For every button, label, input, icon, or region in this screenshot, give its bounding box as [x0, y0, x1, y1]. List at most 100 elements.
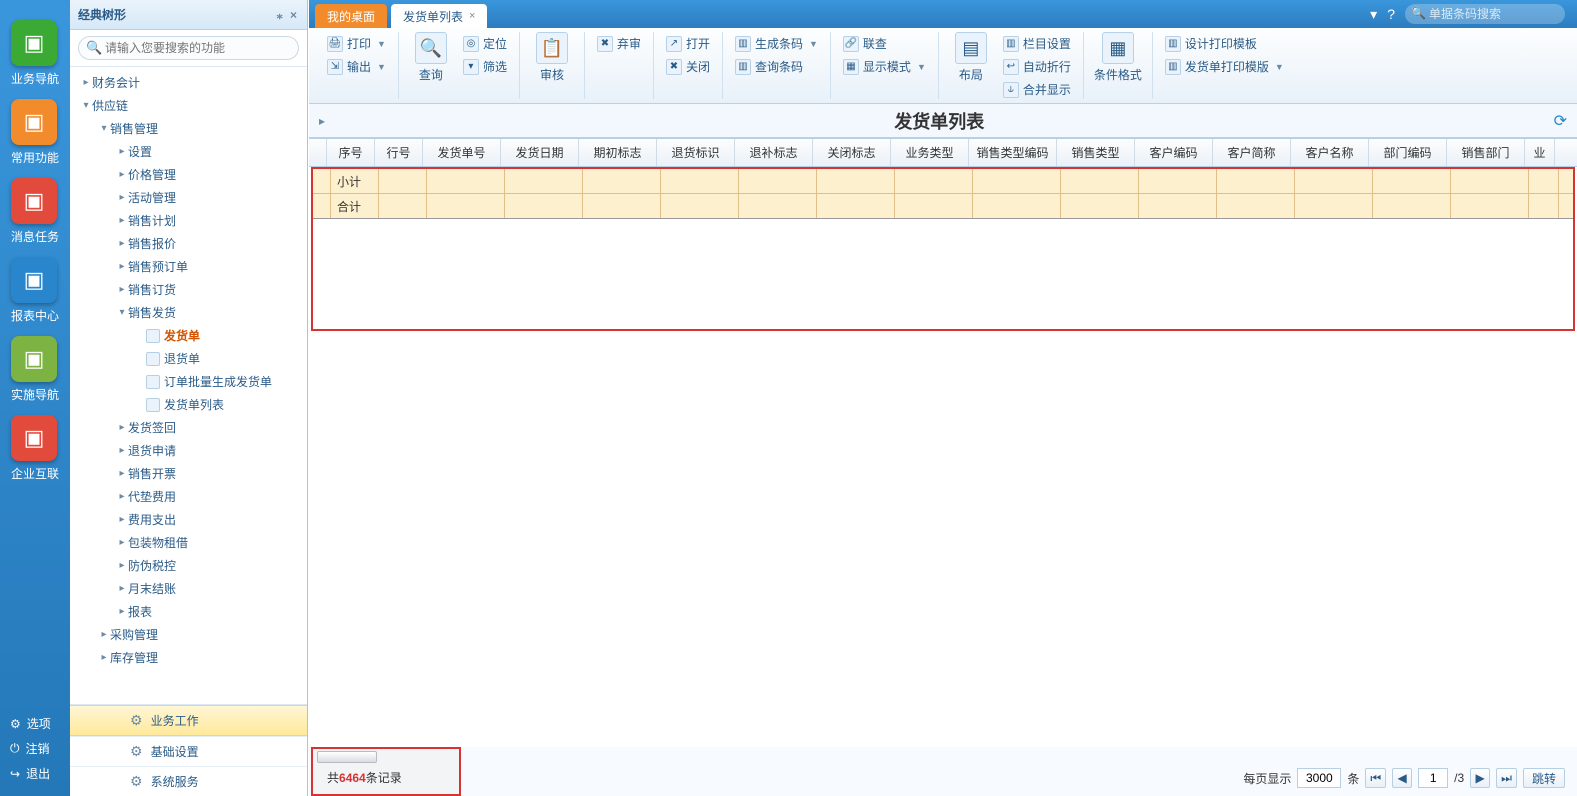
page-input[interactable] — [1418, 768, 1448, 788]
per-page-input[interactable] — [1297, 768, 1341, 788]
tree-item[interactable]: ▸价格管理 — [70, 163, 307, 186]
close-button[interactable]: ✖关闭 — [664, 57, 712, 76]
rail-bottom-item[interactable]: ↪退出 — [8, 761, 62, 786]
expand-icon: ▸ — [116, 491, 128, 502]
column-header[interactable]: 退货标识 — [657, 139, 735, 166]
rail-button[interactable]: ▣ — [11, 20, 57, 66]
column-header[interactable]: 客户简称 — [1213, 139, 1291, 166]
query-button[interactable]: 🔍查询 — [409, 32, 453, 83]
column-header[interactable]: 发货单号 — [423, 139, 501, 166]
tree-item[interactable]: 订单批量生成发货单 — [70, 370, 307, 393]
horizontal-scrollbar[interactable] — [317, 751, 377, 763]
tree-item[interactable]: 退货单 — [70, 347, 307, 370]
tree-item-label: 销售订货 — [128, 281, 176, 298]
tree-item[interactable]: ▾销售发货 — [70, 301, 307, 324]
expand-icon: ▸ — [116, 560, 128, 571]
barcode-search-input[interactable] — [1405, 4, 1565, 24]
gen-barcode-button[interactable]: ▥生成条码▼ — [733, 34, 820, 53]
column-header[interactable]: 序号 — [327, 139, 375, 166]
auto-wrap-button[interactable]: ↩自动折行 — [1001, 57, 1073, 76]
locate-button[interactable]: ◎定位 — [461, 34, 509, 53]
tree-item[interactable]: ▸设置 — [70, 140, 307, 163]
pager-prev-button[interactable]: ◀ — [1392, 768, 1412, 788]
tree-item[interactable]: ▸防伪税控 — [70, 554, 307, 577]
relate-button[interactable]: 🔗联查 — [841, 34, 928, 53]
tree-item[interactable]: ▸发货签回 — [70, 416, 307, 439]
rail-button[interactable]: ▣ — [11, 257, 57, 303]
tree-item[interactable]: ▸月末结账 — [70, 577, 307, 600]
column-header[interactable]: 行号 — [375, 139, 423, 166]
tree-bottom-tab[interactable]: ⚙基础设置 — [70, 736, 307, 766]
column-header[interactable]: 部门编码 — [1369, 139, 1447, 166]
tree-item[interactable]: 发货单列表 — [70, 393, 307, 416]
tree-item[interactable]: ▸财务会计 — [70, 71, 307, 94]
column-header[interactable]: 销售类型 — [1057, 139, 1135, 166]
column-header[interactable]: 关闭标志 — [813, 139, 891, 166]
filter-button[interactable]: ▾筛选 — [461, 57, 509, 76]
tree-item[interactable]: ▾销售管理 — [70, 117, 307, 140]
tree-item[interactable]: ▸销售订货 — [70, 278, 307, 301]
audit-button[interactable]: 📋审核 — [530, 32, 574, 83]
column-setting-button[interactable]: ▥栏目设置 — [1001, 34, 1073, 53]
tree-item[interactable]: ▸销售预订单 — [70, 255, 307, 278]
rail-button[interactable]: ▣ — [11, 99, 57, 145]
column-header[interactable]: 客户名称 — [1291, 139, 1369, 166]
layout-button[interactable]: ▤布局 — [949, 32, 993, 83]
merge-display-button[interactable]: ⫝合并显示 — [1001, 80, 1073, 99]
rail-button[interactable]: ▣ — [11, 336, 57, 382]
pager-jump-button[interactable]: 跳转 — [1523, 768, 1565, 788]
column-header[interactable]: 销售类型编码 — [969, 139, 1057, 166]
tree-item[interactable]: ▸采购管理 — [70, 623, 307, 646]
tree-item[interactable]: ▸销售报价 — [70, 232, 307, 255]
help-icon[interactable]: ? — [1387, 6, 1395, 22]
rail-button[interactable]: ▣ — [11, 415, 57, 461]
tree-bottom-tab[interactable]: ⚙业务工作 — [70, 705, 307, 736]
discard-audit-button[interactable]: ✖弃审 — [595, 34, 643, 53]
document-icon — [146, 375, 160, 389]
rail-bottom-item[interactable]: ⏻注销 — [8, 736, 62, 761]
close-icon: ✖ — [666, 59, 682, 75]
tree-item[interactable]: ▸销售开票 — [70, 462, 307, 485]
close-icon[interactable]: × — [469, 10, 475, 22]
pager-next-button[interactable]: ▶ — [1470, 768, 1490, 788]
print-button[interactable]: 🖨打印▼ — [325, 34, 388, 53]
display-mode-button[interactable]: ▦显示模式▼ — [841, 57, 928, 76]
rail-bottom-item[interactable]: ⚙选项 — [8, 711, 62, 736]
column-header[interactable]: 销售部门 — [1447, 139, 1525, 166]
tree-item[interactable]: ▸费用支出 — [70, 508, 307, 531]
cond-format-button[interactable]: ▦条件格式 — [1094, 32, 1142, 83]
tree-item[interactable]: ▸退货申请 — [70, 439, 307, 462]
tree-panel-pin-icon[interactable]: ⁎ × — [277, 8, 299, 22]
tree-item[interactable]: ▸销售计划 — [70, 209, 307, 232]
column-header[interactable]: 期初标志 — [579, 139, 657, 166]
refresh-icon[interactable]: ⟳ — [1554, 111, 1567, 131]
tree-item[interactable]: ▾供应链 — [70, 94, 307, 117]
tree-search-input[interactable] — [78, 36, 299, 60]
column-header[interactable]: 发货日期 — [501, 139, 579, 166]
open-button[interactable]: ↗打开 — [664, 34, 712, 53]
tree-item[interactable]: ▸报表 — [70, 600, 307, 623]
expand-icon: ▸ — [116, 215, 128, 226]
pager-last-button[interactable]: ⏭ — [1496, 768, 1517, 788]
rail-button[interactable]: ▣ — [11, 178, 57, 224]
export-button[interactable]: ⇲输出▼ — [325, 57, 388, 76]
discard-icon: ✖ — [597, 36, 613, 52]
tab[interactable]: 我的桌面 — [315, 4, 387, 28]
column-header[interactable]: 业务类型 — [891, 139, 969, 166]
ship-template-button[interactable]: ▥发货单打印模版▼ — [1163, 57, 1286, 76]
tree-item[interactable]: ▸活动管理 — [70, 186, 307, 209]
design-template-button[interactable]: ▥设计打印模板 — [1163, 34, 1286, 53]
tree-bottom-tab[interactable]: ⚙系统服务 — [70, 766, 307, 796]
column-header[interactable]: 退补标志 — [735, 139, 813, 166]
expand-icon: ▸ — [80, 77, 92, 88]
tree-item[interactable]: ▸包装物租借 — [70, 531, 307, 554]
tree-item[interactable]: ▸代垫费用 — [70, 485, 307, 508]
dropdown-icon[interactable]: ▾ — [1370, 6, 1377, 23]
pager-first-button[interactable]: ⏮ — [1365, 768, 1386, 788]
tree-item[interactable]: ▸库存管理 — [70, 646, 307, 669]
tab[interactable]: 发货单列表× — [391, 4, 487, 28]
column-header[interactable]: 业 — [1525, 139, 1555, 166]
tree-item[interactable]: 发货单 — [70, 324, 307, 347]
query-barcode-button[interactable]: ▥查询条码 — [733, 57, 820, 76]
column-header[interactable]: 客户编码 — [1135, 139, 1213, 166]
